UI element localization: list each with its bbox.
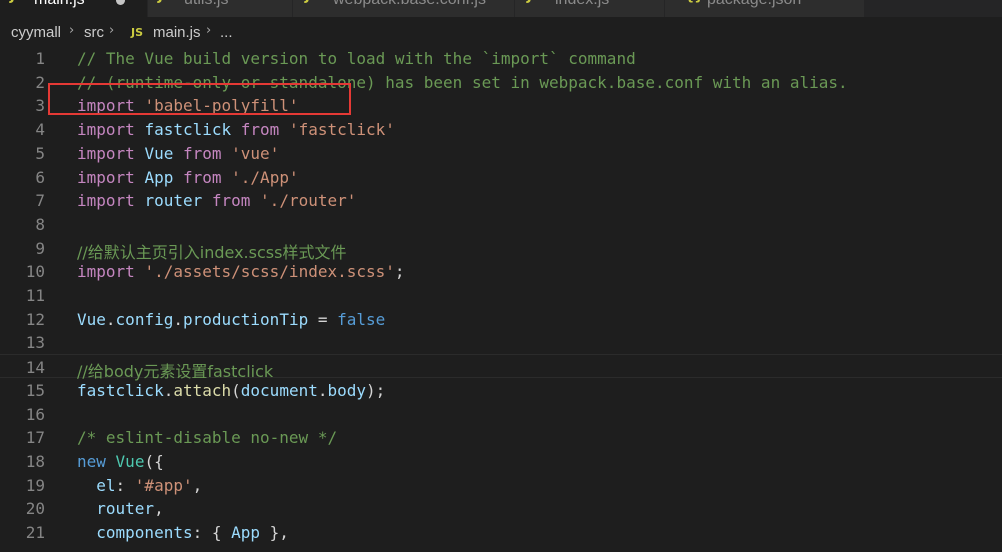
tab-utils-js[interactable]: JS utils.js xyxy=(148,0,293,17)
line-number: 6 xyxy=(35,167,45,187)
code-line[interactable]: 13 xyxy=(0,330,1002,354)
tab-webpack-base-conf-js[interactable]: JS webpack.base.conf.js xyxy=(293,0,515,17)
chevron-right-icon: › xyxy=(109,23,115,38)
code-line[interactable]: 5 import Vue from 'vue' xyxy=(0,141,1002,165)
highlight-annotation-box xyxy=(48,83,351,115)
code-text: import Vue from 'vue' xyxy=(77,143,280,163)
unsaved-dot-icon[interactable] xyxy=(116,0,125,5)
line-number: 10 xyxy=(25,262,45,282)
code-line[interactable]: 21 components: { App }, xyxy=(0,520,1002,544)
javascript-file-icon: JS xyxy=(527,0,541,4)
code-text: Vue.config.productionTip = false xyxy=(77,309,386,329)
line-number: 2 xyxy=(35,72,45,92)
javascript-file-icon: JS xyxy=(305,0,319,4)
code-line[interactable]: 17 /* eslint-disable no-new */ xyxy=(0,425,1002,449)
line-number: 18 xyxy=(25,451,45,471)
code-text: import router from './router' xyxy=(77,191,357,211)
code-line[interactable]: 7 import router from './router' xyxy=(0,188,1002,212)
line-number: 12 xyxy=(25,309,45,329)
line-number: 8 xyxy=(35,214,45,234)
code-line[interactable]: 18 new Vue({ xyxy=(0,449,1002,473)
code-text: new Vue({ xyxy=(77,451,164,471)
line-number: 13 xyxy=(25,333,45,353)
javascript-file-icon: JS xyxy=(158,0,172,4)
tab-label: webpack.base.conf.js xyxy=(333,0,486,9)
tab-index-js[interactable]: JS index.js xyxy=(515,0,665,17)
json-file-icon: {} xyxy=(685,0,704,4)
code-line[interactable]: 10 import './assets/scss/index.scss'; xyxy=(0,259,1002,283)
breadcrumb-item-cyymall[interactable]: cyymall xyxy=(11,24,61,41)
code-line[interactable]: 16 xyxy=(0,402,1002,426)
line-number: 7 xyxy=(35,191,45,211)
code-line[interactable]: 11 xyxy=(0,283,1002,307)
tab-label: index.js xyxy=(555,0,609,9)
code-line[interactable]: 4 import fastclick from 'fastclick' xyxy=(0,117,1002,141)
line-number: 4 xyxy=(35,120,45,140)
code-editor[interactable]: 1 // The Vue build version to load with t… xyxy=(0,46,1002,552)
code-text: /* eslint-disable no-new */ xyxy=(77,428,338,448)
breadcrumb: cyymall › src › JS main.js › ... xyxy=(0,17,1002,46)
code-line[interactable]: 8 xyxy=(0,212,1002,236)
breadcrumb-item-more[interactable]: ... xyxy=(220,24,233,41)
code-line[interactable]: 19 el: '#app', xyxy=(0,473,1002,497)
javascript-file-icon: JS xyxy=(131,26,144,39)
line-number: 14 xyxy=(25,358,45,378)
line-number: 20 xyxy=(25,499,45,519)
code-line[interactable]: 9//给默认主页引入index.scss样式文件 xyxy=(0,236,1002,262)
breadcrumb-item-src[interactable]: src xyxy=(84,24,104,41)
tab-package-json[interactable]: {} package.json xyxy=(665,0,865,17)
code-line[interactable]: 12 Vue.config.productionTip = false xyxy=(0,307,1002,331)
code-line[interactable]: 20 router, xyxy=(0,496,1002,520)
tab-main-js[interactable]: JS main.js xyxy=(0,0,148,17)
code-text: import fastclick from 'fastclick' xyxy=(77,120,395,140)
breadcrumb-item-main-js[interactable]: main.js xyxy=(153,24,201,41)
tab-label: main.js xyxy=(34,0,85,9)
line-number: 21 xyxy=(25,523,45,542)
line-number: 16 xyxy=(25,404,45,424)
code-text: import App from './App' xyxy=(77,167,299,187)
line-number: 9 xyxy=(35,238,45,258)
line-number: 11 xyxy=(25,286,45,305)
line-number: 3 xyxy=(35,96,45,116)
javascript-file-icon: JS xyxy=(10,0,24,4)
chevron-right-icon: › xyxy=(69,23,75,38)
code-line[interactable]: 15 fastclick.attach(document.body); xyxy=(0,378,1002,402)
tab-label: utils.js xyxy=(184,0,228,9)
code-text: components: { App }, xyxy=(96,523,289,542)
code-line[interactable]: 6 import App from './App' xyxy=(0,165,1002,189)
line-number: 5 xyxy=(35,143,45,163)
line-number: 1 xyxy=(35,49,45,68)
code-text: el: '#app', xyxy=(96,475,203,495)
line-number: 15 xyxy=(25,380,45,400)
chevron-right-icon: › xyxy=(206,23,212,38)
code-line[interactable]: 14//给body元素设置fastclick xyxy=(0,354,1002,381)
code-text: router, xyxy=(96,499,164,519)
code-text: fastclick.attach(document.body); xyxy=(77,380,386,400)
line-number: 17 xyxy=(25,428,45,448)
tab-label: package.json xyxy=(707,0,801,9)
line-number: 19 xyxy=(25,475,45,495)
code-text: import './assets/scss/index.scss'; xyxy=(77,262,405,282)
code-text: // The Vue build version to load with th… xyxy=(77,49,636,68)
editor-tab-bar: JS main.js JS utils.js JS webpack.base.c… xyxy=(0,0,1002,17)
code-line[interactable]: 1 // The Vue build version to load with t… xyxy=(0,46,1002,70)
